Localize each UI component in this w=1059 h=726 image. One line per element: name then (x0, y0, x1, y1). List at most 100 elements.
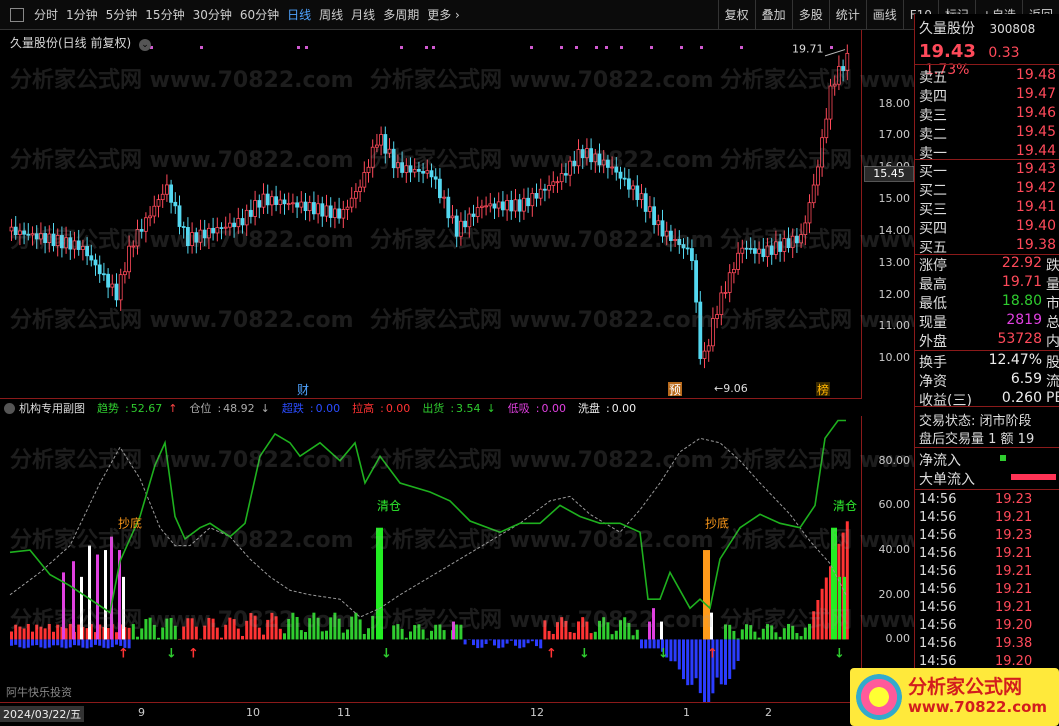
candle-body (740, 247, 745, 254)
indicator-bar (287, 618, 291, 640)
period-tab[interactable]: 5分钟 (102, 6, 142, 23)
indicator-bar (152, 624, 156, 640)
period-tab[interactable]: 月线 (347, 6, 379, 23)
indicator-bar (350, 616, 354, 640)
oversold-bar (77, 639, 81, 646)
indicator-bar (127, 627, 131, 640)
indicator-bar (371, 615, 375, 640)
indicator-bar (165, 618, 169, 640)
candle-body (328, 205, 333, 218)
candle-body (374, 144, 379, 148)
stock-code: 300808 (989, 22, 1036, 36)
toolbar-action-button[interactable]: 多股 (791, 0, 829, 30)
quote-row-value: 22.92 (1001, 255, 1042, 271)
period-tab[interactable]: 更多 › (423, 6, 464, 23)
quote-row-label: 最高 (919, 277, 947, 293)
price-axis-label: 11.00 (878, 319, 911, 333)
signal-annotation: 抄底 (118, 516, 142, 531)
quote-row-value: 19.40 (1015, 218, 1056, 234)
indicator-bar (400, 628, 404, 640)
quote-row-value: 2819 (1006, 312, 1042, 328)
oversold-bar (39, 639, 43, 648)
quote-row-label: 净资 (919, 374, 947, 390)
toolbar-action-button[interactable]: 统计 (828, 0, 866, 30)
chevron-down-icon[interactable]: ⌄ (139, 39, 152, 51)
candle-body (606, 159, 610, 168)
period-tab[interactable]: 多周期 (379, 6, 423, 23)
quote-row-value: 19.71 (1001, 274, 1042, 290)
period-tab[interactable]: 分时 (30, 6, 62, 23)
date-axis-label: 2024/03/22/五 (0, 706, 85, 722)
price-axis-label: 14.00 (878, 223, 911, 237)
tick-price: 19.21 (995, 600, 1033, 615)
signal-dot (620, 46, 623, 49)
signal-arrow-icon: ↑ (118, 646, 129, 661)
indicator-bar (262, 634, 265, 640)
period-tab[interactable]: 1分钟 (62, 6, 102, 23)
candle-body (311, 202, 316, 215)
candle-body (257, 200, 262, 208)
candle-body (127, 245, 131, 273)
toolbar-action-button[interactable]: 叠加 (754, 0, 792, 30)
candle-body (807, 202, 812, 224)
oversold-bar (106, 639, 110, 649)
candle-body (9, 226, 14, 232)
accumulation-bar (660, 621, 663, 640)
signal-dot (200, 46, 203, 49)
candle-body (416, 168, 421, 172)
toolbar-action-button[interactable]: 画线 (865, 0, 903, 30)
price-change: 0.33 (988, 45, 1020, 61)
toggle-icon[interactable] (4, 402, 15, 414)
event-marker[interactable]: 预 (669, 383, 681, 397)
candle-body (601, 159, 606, 166)
kline-chart[interactable]: 19.71 ←9.06 财 预 榜 (0, 30, 862, 398)
candle-body (618, 171, 623, 179)
quote-row-label: 现量 (919, 315, 947, 331)
candle-body (437, 178, 442, 199)
quote-row-suffix: 跌 (1046, 258, 1059, 274)
event-marker[interactable]: 财 (297, 383, 309, 397)
indicator-bar (753, 631, 757, 640)
candle-body (379, 134, 384, 146)
candle-body (219, 227, 224, 229)
period-tab[interactable]: 日线 (283, 6, 315, 23)
candle-body (589, 148, 593, 163)
oversold-bar (89, 639, 93, 648)
signal-dot (650, 46, 653, 49)
period-tab[interactable]: 60分钟 (236, 6, 283, 23)
oversold-bar (10, 639, 13, 646)
candle-body (442, 196, 447, 199)
candle-body (51, 233, 56, 247)
period-tab[interactable]: 15分钟 (141, 6, 188, 23)
flower-logo-icon (856, 674, 902, 720)
candle-body (89, 255, 94, 261)
quote-row-value: 19.48 (1015, 67, 1056, 83)
candle-body (652, 206, 656, 226)
tick-price: 19.21 (995, 582, 1033, 597)
indicator-bar (816, 599, 820, 640)
toolbar-action-button[interactable]: 复权 (717, 0, 755, 30)
candle-body (429, 170, 434, 178)
indicator-bar (732, 630, 736, 640)
quote-row: 卖二 19.45 (919, 124, 1059, 143)
candle-body (198, 229, 203, 243)
oversold-bar (85, 639, 89, 649)
period-tab[interactable]: 周线 (315, 6, 347, 23)
indicator-bar (43, 628, 47, 640)
quote-row-suffix: 市 (1046, 296, 1059, 312)
oversold-bar (56, 639, 60, 646)
signal-arrow-icon: ↓ (381, 646, 392, 661)
tick-row: 14:56 19.21 (919, 600, 1059, 618)
candle-body (673, 239, 677, 241)
indicator-chart[interactable]: 抄底 清仓 抄底 清仓 ↑ ↓ ↑ ↓ ↑ ↓ ↓ ↑ ↓ 阿牛快乐投资 (0, 416, 862, 702)
oversold-bar (73, 639, 76, 646)
oversold-bar (81, 639, 85, 648)
indicator-name: 出货 (422, 402, 445, 415)
candle-body (152, 205, 157, 217)
square-icon[interactable] (10, 7, 24, 22)
indicator-bar (602, 617, 606, 640)
candle-body (299, 201, 304, 208)
event-marker[interactable]: 榜 (817, 382, 829, 397)
period-tab[interactable]: 30分钟 (189, 6, 236, 23)
trend-arrow-icon: ↓ (486, 402, 496, 415)
